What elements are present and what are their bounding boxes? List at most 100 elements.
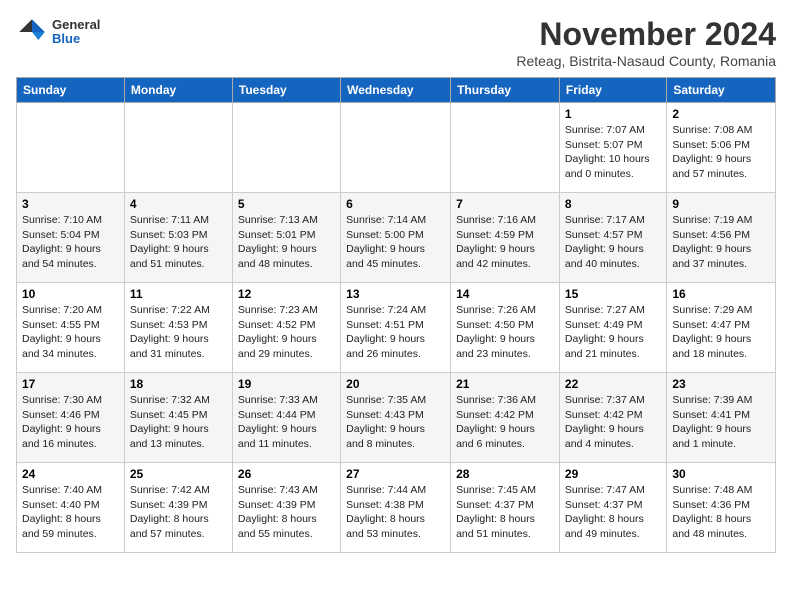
day-info: Sunrise: 7:45 AM Sunset: 4:37 PM Dayligh… <box>456 483 554 542</box>
calendar-cell: 19 Sunrise: 7:33 AM Sunset: 4:44 PM Dayli… <box>232 373 340 463</box>
calendar-cell: 12 Sunrise: 7:23 AM Sunset: 4:52 PM Dayli… <box>232 283 340 373</box>
calendar-cell: 30Sunrise: 7:48 AM Sunset: 4:36 PM Dayli… <box>667 463 776 553</box>
day-number: 27 <box>346 467 445 481</box>
day-number: 9 <box>672 197 770 211</box>
calendar-cell: 3 Sunrise: 7:10 AM Sunset: 5:04 PM Daylig… <box>17 193 125 283</box>
calendar-cell: 7 Sunrise: 7:16 AM Sunset: 4:59 PM Daylig… <box>451 193 560 283</box>
day-number: 8 <box>565 197 661 211</box>
logo-blue-label: Blue <box>52 32 100 46</box>
day-info: Sunrise: 7:13 AM Sunset: 5:01 PM Dayligh… <box>238 213 335 272</box>
day-number: 5 <box>238 197 335 211</box>
weekday-header-thursday: Thursday <box>451 78 560 103</box>
day-number: 20 <box>346 377 445 391</box>
logo-icon <box>16 16 48 48</box>
calendar-cell: 18 Sunrise: 7:32 AM Sunset: 4:45 PM Dayli… <box>124 373 232 463</box>
day-info: Sunrise: 7:08 AM Sunset: 5:06 PM Dayligh… <box>672 123 770 182</box>
day-number: 18 <box>130 377 227 391</box>
day-info: Sunrise: 7:36 AM Sunset: 4:42 PM Dayligh… <box>456 393 554 452</box>
day-info: Sunrise: 7:11 AM Sunset: 5:03 PM Dayligh… <box>130 213 227 272</box>
day-info: Sunrise: 7:33 AM Sunset: 4:44 PM Dayligh… <box>238 393 335 452</box>
day-number: 7 <box>456 197 554 211</box>
calendar-table: SundayMondayTuesdayWednesdayThursdayFrid… <box>16 77 776 553</box>
title-section: November 2024 Reteag, Bistrita-Nasaud Co… <box>516 16 776 69</box>
day-info: Sunrise: 7:39 AM Sunset: 4:41 PM Dayligh… <box>672 393 770 452</box>
day-number: 29 <box>565 467 661 481</box>
day-info: Sunrise: 7:32 AM Sunset: 4:45 PM Dayligh… <box>130 393 227 452</box>
weekday-header-wednesday: Wednesday <box>341 78 451 103</box>
day-info: Sunrise: 7:27 AM Sunset: 4:49 PM Dayligh… <box>565 303 661 362</box>
day-info: Sunrise: 7:17 AM Sunset: 4:57 PM Dayligh… <box>565 213 661 272</box>
day-info: Sunrise: 7:10 AM Sunset: 5:04 PM Dayligh… <box>22 213 119 272</box>
calendar-cell: 5 Sunrise: 7:13 AM Sunset: 5:01 PM Daylig… <box>232 193 340 283</box>
calendar-cell: 15 Sunrise: 7:27 AM Sunset: 4:49 PM Dayli… <box>559 283 666 373</box>
month-title: November 2024 <box>516 16 776 53</box>
day-number: 3 <box>22 197 119 211</box>
day-number: 10 <box>22 287 119 301</box>
day-number: 11 <box>130 287 227 301</box>
day-number: 26 <box>238 467 335 481</box>
day-info: Sunrise: 7:24 AM Sunset: 4:51 PM Dayligh… <box>346 303 445 362</box>
calendar-cell: 27 Sunrise: 7:44 AM Sunset: 4:38 PM Dayli… <box>341 463 451 553</box>
day-info: Sunrise: 7:19 AM Sunset: 4:56 PM Dayligh… <box>672 213 770 272</box>
calendar-cell: 22 Sunrise: 7:37 AM Sunset: 4:42 PM Dayli… <box>559 373 666 463</box>
day-info: Sunrise: 7:07 AM Sunset: 5:07 PM Dayligh… <box>565 123 661 182</box>
calendar-cell: 1Sunrise: 7:07 AM Sunset: 5:07 PM Daylig… <box>559 103 666 193</box>
day-number: 22 <box>565 377 661 391</box>
day-number: 17 <box>22 377 119 391</box>
day-info: Sunrise: 7:40 AM Sunset: 4:40 PM Dayligh… <box>22 483 119 542</box>
logo-text: General Blue <box>52 18 100 47</box>
day-number: 25 <box>130 467 227 481</box>
day-info: Sunrise: 7:43 AM Sunset: 4:39 PM Dayligh… <box>238 483 335 542</box>
day-info: Sunrise: 7:23 AM Sunset: 4:52 PM Dayligh… <box>238 303 335 362</box>
calendar-cell: 6Sunrise: 7:14 AM Sunset: 5:00 PM Daylig… <box>341 193 451 283</box>
calendar-cell: 26 Sunrise: 7:43 AM Sunset: 4:39 PM Dayli… <box>232 463 340 553</box>
calendar-cell: 23 Sunrise: 7:39 AM Sunset: 4:41 PM Dayli… <box>667 373 776 463</box>
day-info: Sunrise: 7:37 AM Sunset: 4:42 PM Dayligh… <box>565 393 661 452</box>
weekday-header-monday: Monday <box>124 78 232 103</box>
calendar-cell: 24 Sunrise: 7:40 AM Sunset: 4:40 PM Dayli… <box>17 463 125 553</box>
weekday-header-sunday: Sunday <box>17 78 125 103</box>
calendar-cell: 10 Sunrise: 7:20 AM Sunset: 4:55 PM Dayli… <box>17 283 125 373</box>
day-info: Sunrise: 7:44 AM Sunset: 4:38 PM Dayligh… <box>346 483 445 542</box>
day-info: Sunrise: 7:20 AM Sunset: 4:55 PM Dayligh… <box>22 303 119 362</box>
calendar-cell <box>17 103 125 193</box>
calendar-cell: 17Sunrise: 7:30 AM Sunset: 4:46 PM Dayli… <box>17 373 125 463</box>
calendar-cell: 25 Sunrise: 7:42 AM Sunset: 4:39 PM Dayli… <box>124 463 232 553</box>
calendar-cell: 4 Sunrise: 7:11 AM Sunset: 5:03 PM Daylig… <box>124 193 232 283</box>
day-number: 28 <box>456 467 554 481</box>
day-info: Sunrise: 7:42 AM Sunset: 4:39 PM Dayligh… <box>130 483 227 542</box>
day-info: Sunrise: 7:14 AM Sunset: 5:00 PM Dayligh… <box>346 213 445 272</box>
logo: General Blue <box>16 16 100 48</box>
day-number: 2 <box>672 107 770 121</box>
calendar-cell <box>232 103 340 193</box>
calendar-cell: 20 Sunrise: 7:35 AM Sunset: 4:43 PM Dayli… <box>341 373 451 463</box>
calendar-cell: 13Sunrise: 7:24 AM Sunset: 4:51 PM Dayli… <box>341 283 451 373</box>
calendar-week-2: 3 Sunrise: 7:10 AM Sunset: 5:04 PM Daylig… <box>17 193 776 283</box>
calendar-cell: 16Sunrise: 7:29 AM Sunset: 4:47 PM Dayli… <box>667 283 776 373</box>
location-subtitle: Reteag, Bistrita-Nasaud County, Romania <box>516 53 776 69</box>
calendar-header-row: SundayMondayTuesdayWednesdayThursdayFrid… <box>17 78 776 103</box>
calendar-cell <box>124 103 232 193</box>
day-number: 12 <box>238 287 335 301</box>
weekday-header-saturday: Saturday <box>667 78 776 103</box>
logo-general-label: General <box>52 18 100 32</box>
day-info: Sunrise: 7:48 AM Sunset: 4:36 PM Dayligh… <box>672 483 770 542</box>
day-number: 15 <box>565 287 661 301</box>
day-info: Sunrise: 7:29 AM Sunset: 4:47 PM Dayligh… <box>672 303 770 362</box>
day-number: 23 <box>672 377 770 391</box>
day-number: 24 <box>22 467 119 481</box>
day-info: Sunrise: 7:16 AM Sunset: 4:59 PM Dayligh… <box>456 213 554 272</box>
day-info: Sunrise: 7:47 AM Sunset: 4:37 PM Dayligh… <box>565 483 661 542</box>
calendar-week-4: 17Sunrise: 7:30 AM Sunset: 4:46 PM Dayli… <box>17 373 776 463</box>
calendar-week-3: 10 Sunrise: 7:20 AM Sunset: 4:55 PM Dayli… <box>17 283 776 373</box>
day-number: 14 <box>456 287 554 301</box>
day-info: Sunrise: 7:26 AM Sunset: 4:50 PM Dayligh… <box>456 303 554 362</box>
day-info: Sunrise: 7:35 AM Sunset: 4:43 PM Dayligh… <box>346 393 445 452</box>
day-info: Sunrise: 7:22 AM Sunset: 4:53 PM Dayligh… <box>130 303 227 362</box>
calendar-cell <box>341 103 451 193</box>
calendar-week-1: 1Sunrise: 7:07 AM Sunset: 5:07 PM Daylig… <box>17 103 776 193</box>
page-header: General Blue November 2024 Reteag, Bistr… <box>16 16 776 69</box>
day-number: 21 <box>456 377 554 391</box>
day-number: 19 <box>238 377 335 391</box>
day-number: 4 <box>130 197 227 211</box>
